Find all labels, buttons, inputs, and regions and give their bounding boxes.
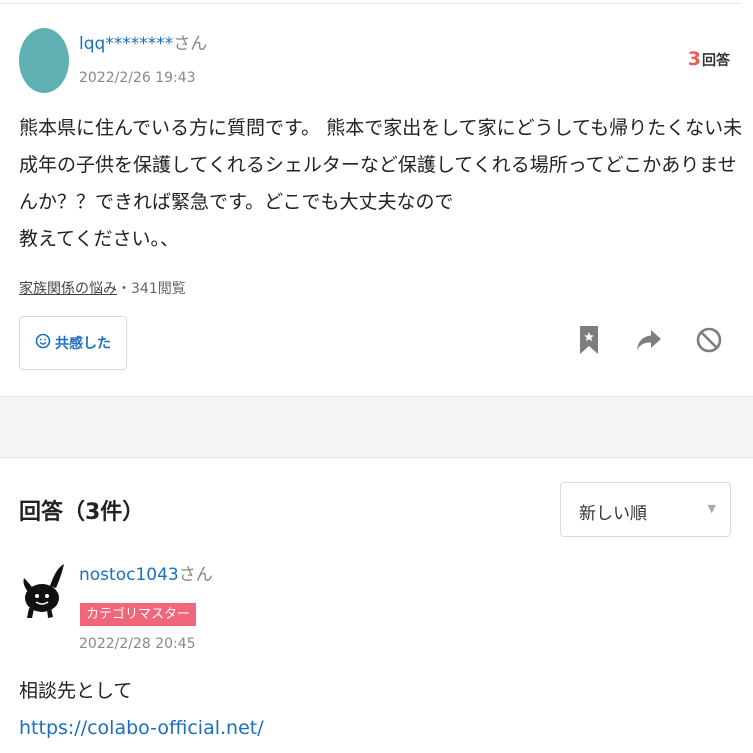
question-meta: 家族関係の悩み・341閲覧 [19, 278, 186, 298]
question-line: 教えてください。、 [19, 228, 179, 250]
answerer-honorific: さん [178, 565, 213, 585]
empathy-button[interactable]: 共感した [19, 316, 127, 370]
category-master-badge: カテゴリマスター [80, 603, 197, 626]
answer-body: 相談先として https://colabo-official.net/ [19, 673, 264, 747]
answer-date: 2022/2/28 20:45 [79, 636, 196, 652]
answer-count-label: 回答 [702, 53, 730, 69]
block-button[interactable] [692, 325, 726, 359]
smile-icon [35, 333, 51, 353]
answer-count[interactable]: 3回答 [688, 48, 730, 70]
question-card: lqq********さん 2022/2/26 19:43 3回答 熊本県に住ん… [0, 0, 753, 396]
question-body: 熊本県に住んでいる方に質問です。 熊本で家出をして家にどうしても帰りたくない未 … [19, 110, 743, 258]
question-line: 成年の子供を保護してくれるシェルターなど保護してくれる場所ってどこかありませ [19, 154, 737, 176]
view-count: ・341閲覧 [117, 281, 186, 297]
avatar-icon[interactable] [20, 562, 70, 620]
sort-select[interactable]: 新しい順 ▼ [560, 482, 731, 537]
answer-count-number: 3 [687, 48, 701, 70]
questioner-username-link[interactable]: lqq******** [79, 34, 173, 54]
answer-text: 相談先として [19, 680, 133, 702]
question-date: 2022/2/26 19:43 [79, 70, 196, 86]
answers-heading: 回答（3件） [19, 500, 145, 525]
category-link[interactable]: 家族関係の悩み [19, 281, 117, 297]
bookmark-icon [578, 325, 600, 359]
question-line: んか？？できれば緊急です。どこでも大丈夫なので [19, 191, 454, 213]
questioner-avatar[interactable] [19, 28, 69, 93]
question-line: 熊本県に住んでいる方に質問です。 熊本で家出をして家にどうしても帰りたくない未 [19, 117, 743, 139]
answerer-name: nostoc1043さん [79, 564, 213, 586]
answerer-username-link[interactable]: nostoc1043 [79, 565, 179, 585]
bookmark-button[interactable] [572, 325, 606, 359]
questioner-name: lqq********さん [79, 33, 207, 55]
empathy-label: 共感した [55, 336, 111, 352]
share-button[interactable] [632, 325, 666, 359]
block-icon [696, 327, 722, 357]
section-separator [0, 396, 753, 458]
answer-link[interactable]: https://colabo-official.net/ [19, 717, 264, 739]
sort-selected-value: 新しい順 [579, 504, 647, 524]
questioner-honorific: さん [173, 34, 208, 54]
chevron-down-icon: ▼ [707, 502, 716, 515]
share-icon [636, 329, 662, 355]
